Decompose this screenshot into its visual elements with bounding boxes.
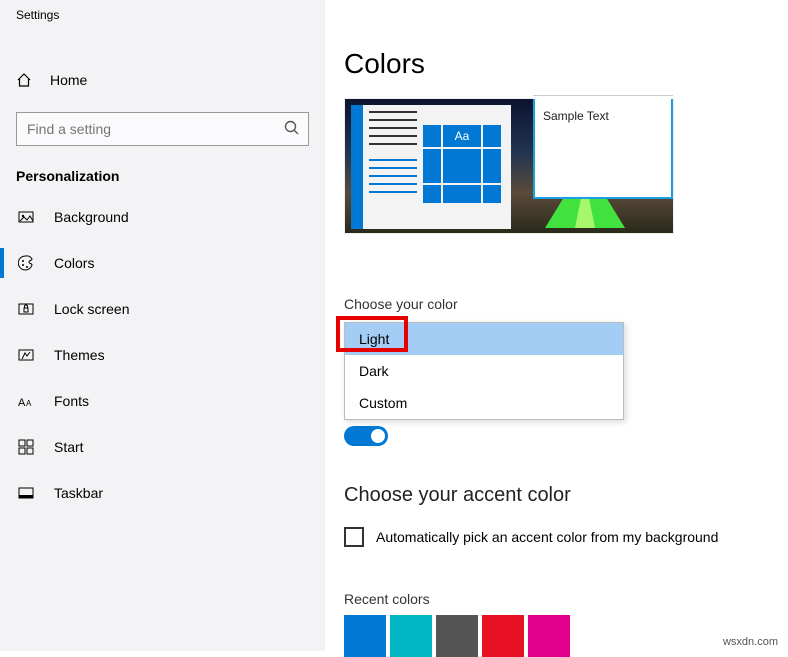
palette-icon [18, 255, 36, 271]
window-title: Settings [0, 0, 325, 22]
sidebar-item-label: Colors [54, 255, 94, 271]
sidebar-item-label: Taskbar [54, 485, 103, 501]
taskbar-icon [18, 485, 36, 501]
sidebar-item-label: Start [54, 439, 84, 455]
auto-pick-checkbox[interactable] [344, 527, 364, 547]
themes-icon [18, 347, 36, 363]
search-input[interactable] [16, 112, 309, 146]
transparency-toggle-peek[interactable] [344, 426, 388, 446]
preview-sample-text: Sample Text [543, 109, 609, 123]
color-option-custom[interactable]: Custom [345, 387, 623, 419]
sidebar-item-label: Fonts [54, 393, 89, 409]
choose-color-label: Choose your color [344, 296, 768, 312]
sidebar-item-label: Themes [54, 347, 105, 363]
accent-heading: Choose your accent color [344, 484, 768, 507]
sidebar: Settings Home Personalization Background… [0, 0, 325, 651]
color-option-dark[interactable]: Dark [345, 355, 623, 387]
sidebar-item-fonts[interactable]: AA Fonts [0, 378, 325, 424]
preview-taskbar-mock [351, 105, 363, 229]
home-icon [16, 72, 34, 88]
picture-icon [18, 209, 36, 225]
sidebar-item-colors[interactable]: Colors [0, 240, 325, 286]
color-preview: Aa Sample Text [344, 98, 674, 234]
svg-text:A: A [26, 399, 32, 408]
sidebar-item-label: Lock screen [54, 301, 129, 317]
sidebar-item-start[interactable]: Start [0, 424, 325, 470]
preview-tiles: Aa [423, 125, 503, 203]
lock-screen-icon [18, 301, 36, 317]
watermark: wsxdn.com [719, 635, 782, 649]
preview-tile-aa: Aa [443, 125, 481, 147]
auto-pick-row: Automatically pick an accent color from … [344, 527, 768, 547]
choose-color-dropdown[interactable]: Light Dark Custom [344, 322, 624, 420]
sidebar-item-background[interactable]: Background [0, 194, 325, 240]
search-wrap [16, 112, 309, 146]
sidebar-item-taskbar[interactable]: Taskbar [0, 470, 325, 516]
home-nav[interactable]: Home [0, 64, 325, 96]
color-option-light[interactable]: Light [345, 323, 623, 355]
home-label: Home [50, 72, 87, 88]
fonts-icon: AA [18, 394, 36, 408]
sidebar-item-themes[interactable]: Themes [0, 332, 325, 378]
auto-pick-label: Automatically pick an accent color from … [376, 529, 718, 545]
section-label: Personalization [0, 146, 325, 194]
search-icon [283, 119, 301, 140]
preview-lines-accent [369, 159, 417, 199]
recent-colors-label: Recent colors [344, 591, 768, 607]
sidebar-item-label: Background [54, 209, 129, 225]
sidebar-item-lock-screen[interactable]: Lock screen [0, 286, 325, 332]
main-content: Colors Aa Sample Text Choose your color … [344, 0, 788, 651]
svg-text:A: A [18, 397, 26, 408]
page-title: Colors [344, 48, 768, 80]
start-icon [18, 439, 36, 455]
preview-lines [369, 111, 417, 151]
